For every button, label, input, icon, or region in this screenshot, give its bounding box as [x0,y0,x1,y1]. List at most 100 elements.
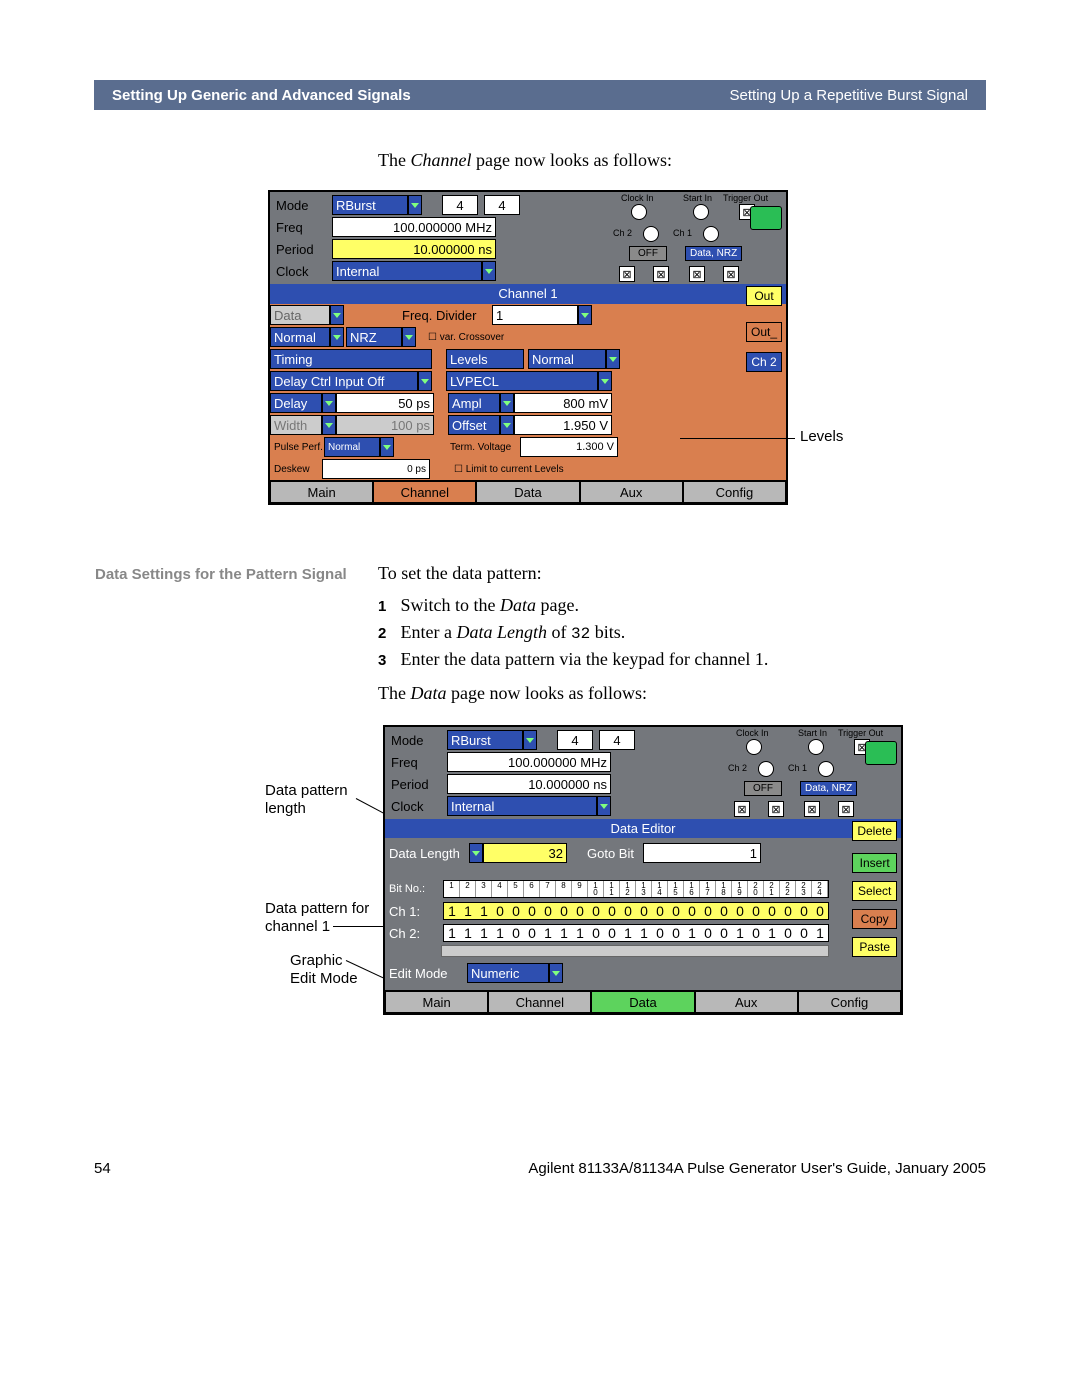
mode-n1[interactable]: 4 [442,195,478,215]
ampl-dd[interactable] [500,393,514,413]
page-header: Setting Up Generic and Advanced Signals … [94,80,986,110]
header-left: Setting Up Generic and Advanced Signals [112,87,411,104]
annot-dpch1-b: channel 1 [265,918,330,935]
ampl-label[interactable]: Ampl [448,393,500,413]
f2-nav-channel[interactable]: Channel [488,991,591,1013]
offset-dd[interactable] [500,415,514,435]
levels-annotation: Levels [800,428,843,445]
offset-label[interactable]: Offset [448,415,500,435]
delay-label[interactable]: Delay [270,393,322,413]
f2-clock-value[interactable]: Internal [447,796,597,816]
normal-dd[interactable] [330,327,344,347]
lvlnorm-label[interactable]: Normal [528,349,606,369]
out-button[interactable]: Out [746,286,782,306]
ch2-bits[interactable]: 111100111001100100101001 [443,924,829,942]
goto-value[interactable]: 1 [643,843,761,863]
f2-freq-value[interactable]: 100.000000 MHz [447,752,611,772]
step-1: 1 Switch to the Data page. [378,595,986,616]
dci-label[interactable]: Delay Ctrl Input Off [270,371,418,391]
lvpecl-label[interactable]: LVPECL [446,371,598,391]
datanrz-label: Data, NRZ [685,246,742,261]
f2-nav-config[interactable]: Config [798,991,901,1013]
offset-value[interactable]: 1.950 V [514,415,612,435]
copy-button[interactable]: Copy [852,909,897,929]
f2-clock-dd[interactable] [597,796,611,816]
nrz-dd[interactable] [402,327,416,347]
body-intro: To set the data pattern: [378,563,986,584]
insert-button[interactable]: Insert [852,853,897,873]
f2-ch2-label: Ch 2 [728,763,747,773]
run-button[interactable] [750,206,782,230]
annot-dpch1-a: Data pattern for [265,900,369,917]
nav-data[interactable]: Data [476,481,579,503]
f2-x-2: ⊠ [768,801,784,817]
freq-value[interactable]: 100.000000 MHz [332,217,496,237]
deskew-value[interactable]: 0 ps [322,459,430,479]
clock-value[interactable]: Internal [332,261,482,281]
data-label[interactable]: Data [270,305,330,325]
nav-channel[interactable]: Channel [373,481,476,503]
timing-label: Timing [270,349,432,369]
x-indicator-4: ⊠ [723,266,739,282]
freq-label: Freq [272,220,332,235]
f2-period-value[interactable]: 10.000000 ns [447,774,611,794]
f2-mode-n2[interactable]: 4 [599,730,635,750]
f2-mode-dd[interactable] [523,730,537,750]
ch1-indicator [703,226,719,242]
ch1-bits[interactable]: 111000000000000000000000 [443,902,829,920]
freqdiv-value[interactable]: 1 [492,305,578,325]
levels-label: Levels [446,349,524,369]
freqdiv-dd[interactable] [578,305,592,325]
clock-dropdown-icon[interactable] [482,261,496,281]
data-dd[interactable] [330,305,344,325]
off-label: OFF [629,246,667,261]
tvolt-value[interactable]: 1.300 V [520,437,618,457]
f2-nav-main[interactable]: Main [385,991,488,1013]
ampl-value[interactable]: 800 mV [514,393,612,413]
scrollbar[interactable] [441,945,829,957]
ppnorm-label[interactable]: Normal [324,437,380,457]
intro-text-1: The Channel page now looks as follows: [378,150,672,171]
annot-dplen-b: length [265,800,306,817]
f2-startin-ind [808,739,824,755]
width-label: Width [270,415,322,435]
lvpecl-dd[interactable] [598,371,612,391]
out_-button[interactable]: Out_ [746,322,782,342]
editmode-dd[interactable] [549,963,563,983]
header-right: Setting Up a Repetitive Burst Signal [730,87,968,104]
nav-config[interactable]: Config [683,481,786,503]
f2-nav-data[interactable]: Data [591,991,694,1013]
normal-label[interactable]: Normal [270,327,330,347]
paste-button[interactable]: Paste [852,937,897,957]
width-dd[interactable] [322,415,336,435]
f2-mode-n1[interactable]: 4 [557,730,593,750]
footer-text: Agilent 81133A/81134A Pulse Generator Us… [528,1160,986,1177]
mode-value[interactable]: RBurst [332,195,408,215]
f2-x-1: ⊠ [734,801,750,817]
nav-aux[interactable]: Aux [580,481,683,503]
delay-dd[interactable] [322,393,336,413]
mode-n2[interactable]: 4 [484,195,520,215]
f2-datanrz-label: Data, NRZ [800,781,857,796]
delete-button[interactable]: Delete [852,821,897,841]
dci-dd[interactable] [418,371,432,391]
nrz-label[interactable]: NRZ [346,327,402,347]
clock-label: Clock [272,264,332,279]
f2-mode-value[interactable]: RBurst [447,730,523,750]
ch1-label: Ch 1 [673,228,692,238]
channel-1-tab: Channel 1 [270,284,786,304]
select-button[interactable]: Select [852,881,897,901]
nav-main[interactable]: Main [270,481,373,503]
dlen-value[interactable]: 32 [483,843,567,863]
limit-label: ☐ Limit to current Levels [450,464,564,475]
ch2-button[interactable]: Ch 2 [746,352,782,372]
lvlnorm-dd[interactable] [606,349,620,369]
delay-value[interactable]: 50 ps [336,393,434,413]
editmode-value[interactable]: Numeric [467,963,549,983]
f2-run-button[interactable] [865,741,897,765]
dlen-dd[interactable] [469,843,483,863]
ppnorm-dd[interactable] [380,437,394,457]
f2-nav-aux[interactable]: Aux [695,991,798,1013]
mode-dropdown-icon[interactable] [408,195,422,215]
period-value[interactable]: 10.000000 ns [332,239,496,259]
